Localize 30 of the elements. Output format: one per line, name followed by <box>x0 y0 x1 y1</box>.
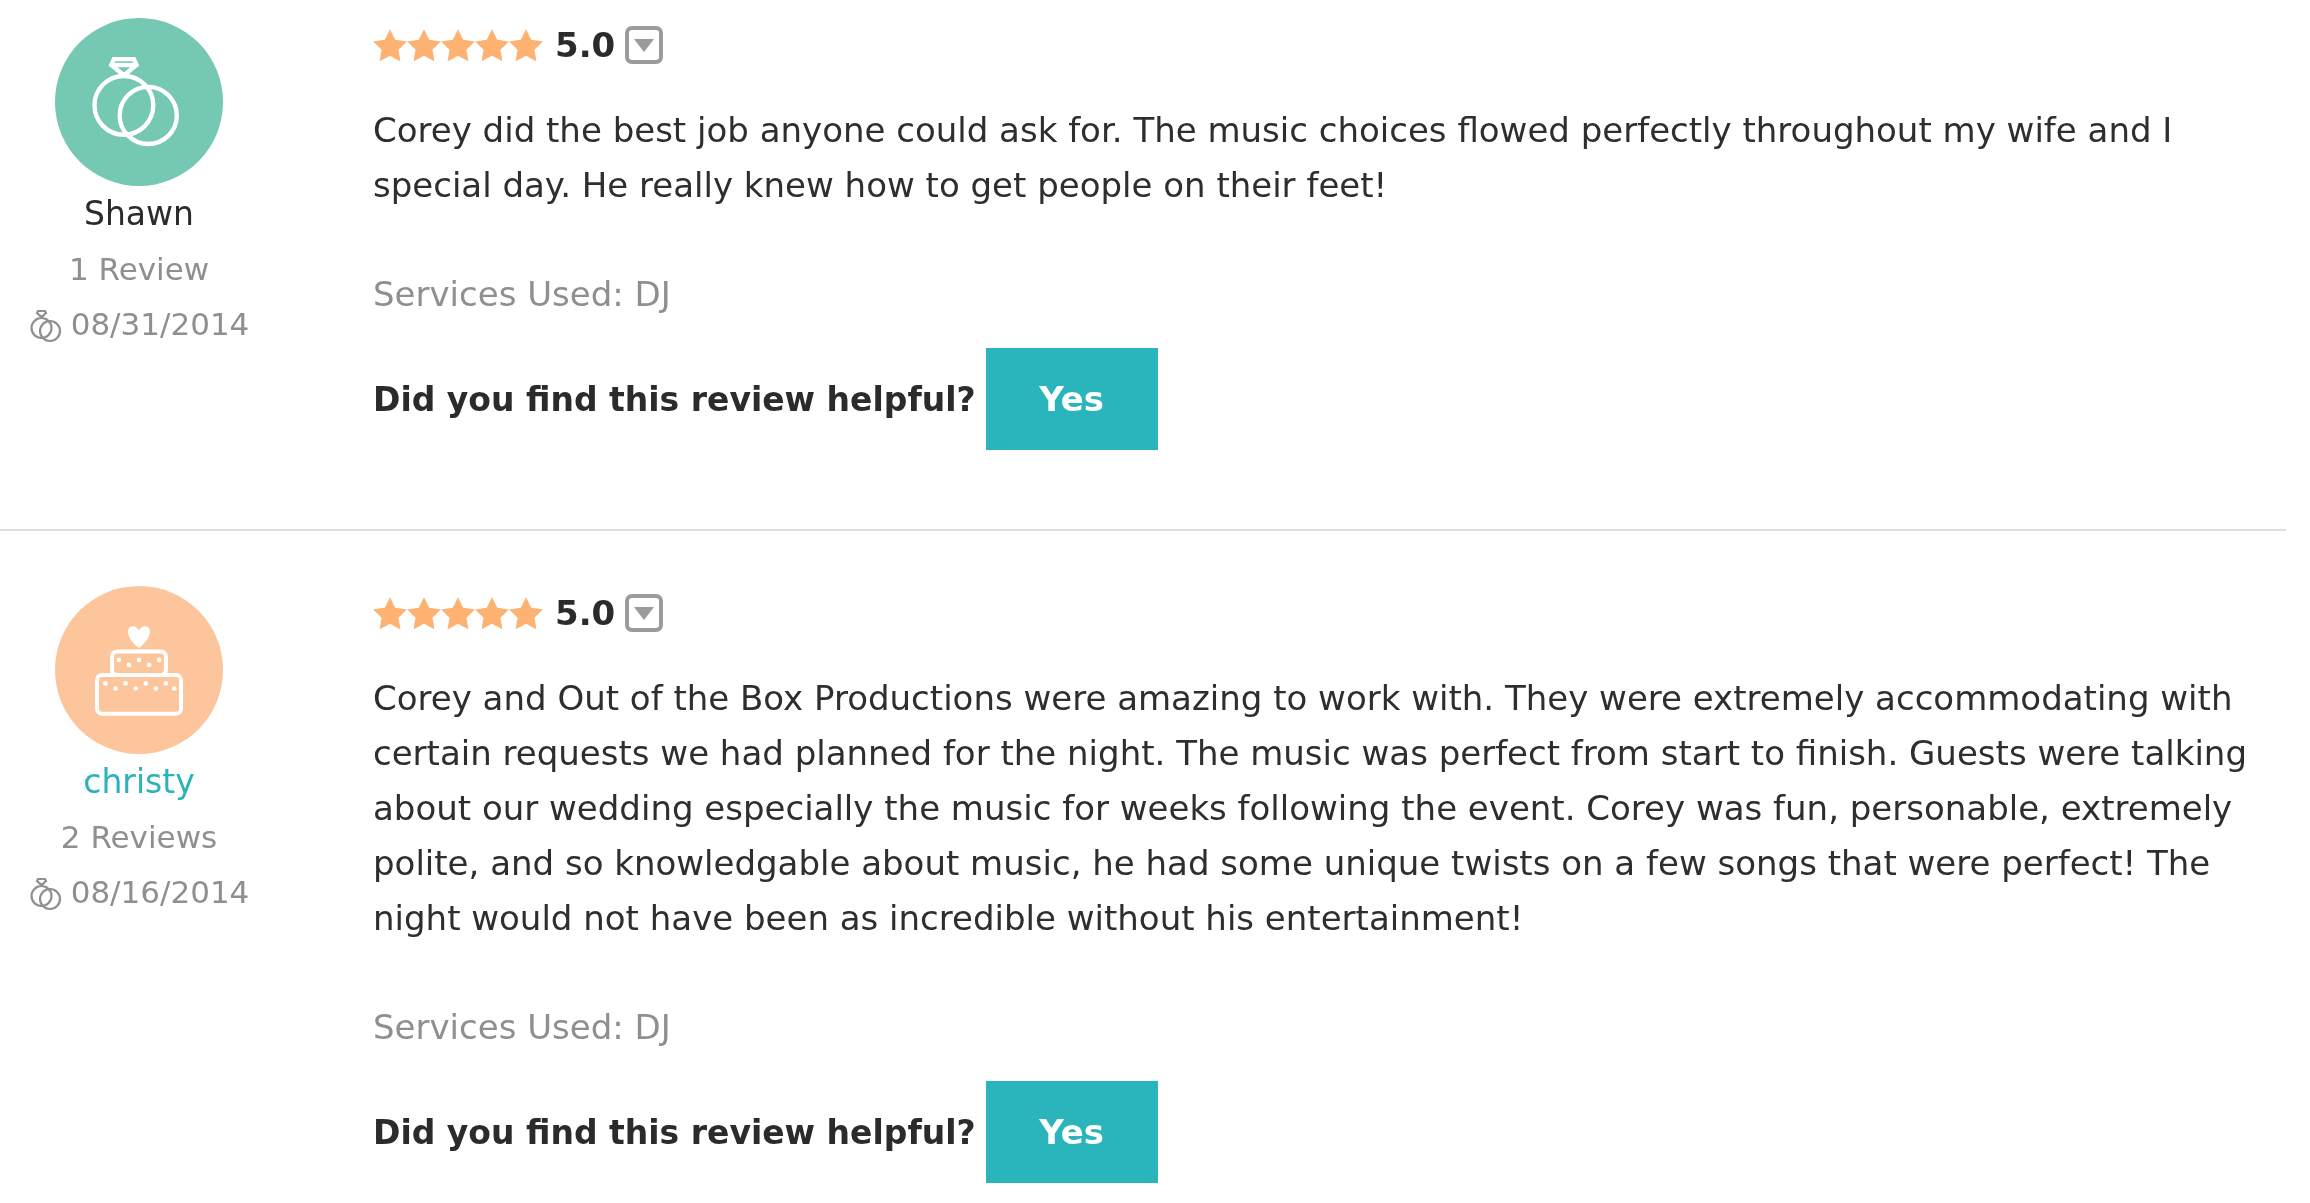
rating-value: 5.0 <box>555 593 616 633</box>
review-count: 2 Reviews <box>60 818 218 857</box>
star-icon <box>407 28 441 62</box>
review-count: 1 Review <box>68 250 210 289</box>
star-icon <box>441 28 475 62</box>
helpful-question: Did you find this review helpful? <box>373 1112 976 1152</box>
reviewer-name: Shawn <box>84 193 194 235</box>
caret-icon <box>634 38 655 52</box>
yes-button[interactable]: Yes <box>985 1081 1158 1183</box>
star-icon <box>475 28 509 62</box>
rating-value: 5.0 <box>555 25 616 65</box>
star-icon <box>509 596 543 630</box>
star-icon <box>373 596 407 630</box>
yes-button[interactable]: Yes <box>985 348 1158 450</box>
review-date: 08/16/2014 <box>70 873 250 912</box>
reviewer-name-link[interactable]: christy <box>83 754 195 810</box>
dropdown-toggle[interactable] <box>625 26 664 64</box>
caret-icon <box>634 606 655 620</box>
star-icon <box>509 28 543 62</box>
star-icon <box>407 596 441 630</box>
services-used: Services Used: DJ <box>373 1006 672 1049</box>
review-text: Corey and Out of the Box Productions were amazing to work with. They were extremely accommodating with certain requests we had planned for the night. The music was perfect from start to finish. Guests were talking about our wedding especially the music for weeks following the event. Corey was fun, personable, extremely polite, and so knowledgable about music, he had some unique twists on a few songs that were perfect! The night would not have been as incredible without his entertainment! <box>373 677 2248 940</box>
review-text: Corey did the best job anyone could ask for. The music choices flowed perfectly throughout my wife and I special day. He really knew how to get people on their feet! <box>373 109 2174 207</box>
helpful-question: Did you find this review helpful? <box>373 379 976 419</box>
star-icon <box>441 596 475 630</box>
star-icon <box>373 28 407 62</box>
dropdown-toggle[interactable] <box>625 594 664 632</box>
services-used: Services Used: DJ <box>373 273 672 316</box>
review-date: 08/31/2014 <box>70 305 250 344</box>
star-icon <box>475 596 509 630</box>
